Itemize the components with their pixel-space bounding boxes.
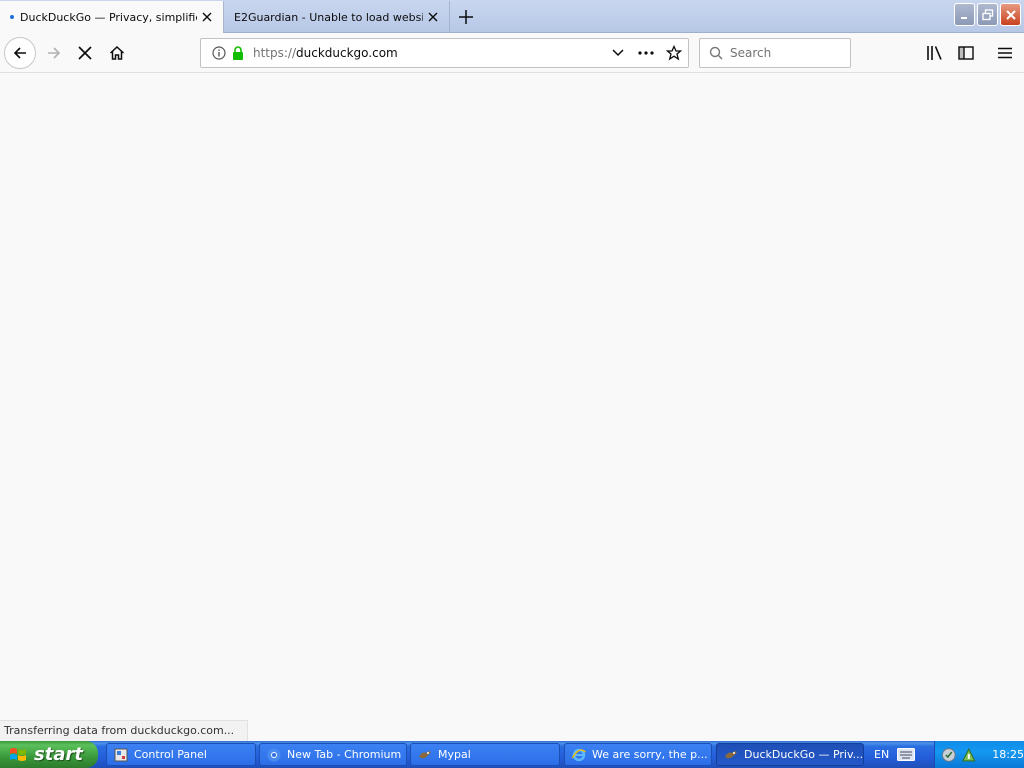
security-shield-icon[interactable] bbox=[941, 747, 957, 763]
taskbar-item-control-panel[interactable]: Control Panel bbox=[106, 743, 256, 766]
control-panel-icon bbox=[113, 747, 129, 763]
windows-taskbar: start Control Panel New Tab - Chromium M… bbox=[0, 741, 1024, 768]
tab-e2guardian[interactable]: E2Guardian - Unable to load website bbox=[224, 1, 450, 33]
site-info-icon[interactable] bbox=[209, 43, 229, 63]
taskbar-item-label: DuckDuckGo — Priv... bbox=[744, 748, 864, 761]
internet-explorer-icon bbox=[571, 747, 587, 763]
tab-duckduckgo[interactable]: DuckDuckGo — Privacy, simplified. bbox=[0, 1, 224, 33]
chromium-icon bbox=[266, 747, 282, 763]
hamburger-menu-icon bbox=[998, 47, 1012, 59]
bookmark-star-icon[interactable] bbox=[660, 39, 688, 67]
navigation-toolbar: https://duckduckgo.com bbox=[0, 33, 1024, 73]
clock[interactable]: 18:25 bbox=[992, 748, 1024, 761]
new-tab-button[interactable] bbox=[453, 4, 479, 30]
minimize-icon bbox=[960, 16, 967, 19]
forward-arrow-icon bbox=[48, 47, 61, 59]
taskbar-item-label: Mypal bbox=[438, 748, 471, 761]
taskbar-item-label: We are sorry, the p... bbox=[592, 748, 708, 761]
library-button[interactable] bbox=[920, 38, 950, 68]
close-window-button[interactable] bbox=[1000, 3, 1021, 26]
keyboard-icon bbox=[897, 748, 916, 761]
close-tab-icon[interactable] bbox=[423, 7, 443, 27]
restore-icon bbox=[981, 8, 993, 20]
home-icon bbox=[109, 45, 125, 60]
search-input[interactable] bbox=[730, 46, 840, 60]
home-button[interactable] bbox=[102, 38, 132, 68]
url-dropdown-icon[interactable] bbox=[604, 39, 632, 67]
url-host: duckduckgo.com bbox=[296, 46, 398, 60]
taskbar-item-label: Control Panel bbox=[134, 748, 207, 761]
mypal-icon bbox=[723, 747, 739, 763]
sidebar-toggle-button[interactable] bbox=[951, 38, 981, 68]
loading-indicator-icon bbox=[10, 15, 14, 19]
close-icon bbox=[1005, 9, 1016, 20]
search-icon bbox=[706, 43, 726, 63]
tab-title: E2Guardian - Unable to load website bbox=[234, 10, 423, 24]
language-label: EN bbox=[874, 748, 890, 761]
start-button[interactable]: start bbox=[0, 741, 98, 768]
windows-logo-icon bbox=[10, 747, 26, 761]
network-icon[interactable] bbox=[961, 747, 977, 763]
close-tab-icon[interactable] bbox=[197, 7, 217, 27]
back-arrow-icon bbox=[13, 47, 26, 59]
taskbar-item-duckduckgo[interactable]: DuckDuckGo — Priv... bbox=[716, 743, 864, 766]
address-bar[interactable]: https://duckduckgo.com bbox=[200, 38, 689, 68]
page-actions-icon[interactable] bbox=[632, 39, 660, 67]
taskbar-item-chromium[interactable]: New Tab - Chromium bbox=[259, 743, 407, 766]
system-tray: 18:25 bbox=[934, 741, 1024, 768]
status-panel: Transferring data from duckduckgo.com... bbox=[0, 720, 248, 741]
search-bar[interactable] bbox=[699, 38, 851, 68]
taskbar-item-label: New Tab - Chromium bbox=[287, 748, 402, 761]
taskbar-item-mypal[interactable]: Mypal bbox=[410, 743, 560, 766]
taskbar-item-internet-explorer[interactable]: We are sorry, the p... bbox=[564, 743, 712, 766]
stop-icon bbox=[78, 46, 92, 60]
back-button[interactable] bbox=[4, 37, 36, 69]
url-scheme: https:// bbox=[253, 46, 297, 60]
plus-icon bbox=[459, 10, 473, 24]
mypal-icon bbox=[417, 747, 433, 763]
forward-button[interactable] bbox=[39, 38, 69, 68]
sidebar-icon bbox=[958, 46, 974, 60]
open-menu-button[interactable] bbox=[990, 38, 1020, 68]
tab-strip: DuckDuckGo — Privacy, simplified. E2Guar… bbox=[0, 0, 1024, 33]
url-text[interactable]: https://duckduckgo.com bbox=[253, 46, 604, 60]
page-content[interactable] bbox=[0, 74, 1024, 742]
start-label: start bbox=[34, 744, 83, 765]
tab-title: DuckDuckGo — Privacy, simplified. bbox=[20, 10, 197, 24]
secure-lock-icon[interactable] bbox=[231, 45, 245, 61]
screen: DuckDuckGo — Privacy, simplified. E2Guar… bbox=[0, 0, 1024, 768]
restore-window-button[interactable] bbox=[977, 3, 998, 26]
stop-button[interactable] bbox=[70, 38, 100, 68]
language-indicator[interactable]: EN bbox=[866, 741, 932, 768]
minimize-window-button[interactable] bbox=[954, 3, 975, 26]
library-icon bbox=[927, 46, 942, 60]
